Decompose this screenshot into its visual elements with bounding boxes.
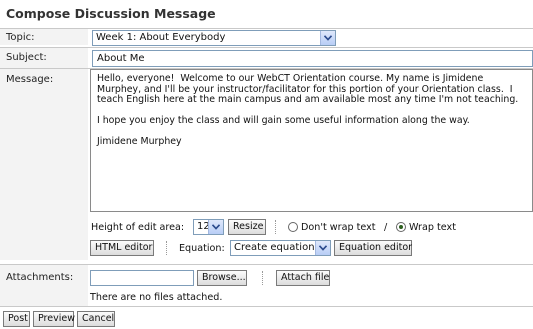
topic-cell: Week 1: About Everybody: [88, 29, 533, 46]
message-label: Message:: [6, 74, 54, 85]
message-signature: Jimidene Murphey: [97, 136, 182, 147]
chevron-down-icon[interactable]: [208, 220, 223, 234]
attach-file-button[interactable]: Attach file: [276, 270, 330, 286]
subject-input[interactable]: About Me: [92, 50, 533, 67]
preview-button[interactable]: Preview: [33, 311, 75, 327]
compose-form: Compose Discussion Message Topic: Week 1…: [0, 0, 533, 329]
topic-select[interactable]: Week 1: About Everybody: [92, 30, 336, 46]
html-editor-button[interactable]: HTML editor: [90, 240, 154, 256]
wrap-separator-slash: /: [384, 222, 388, 233]
attachments-label: Attachments:: [6, 272, 74, 283]
subject-cell: About Me: [88, 48, 533, 68]
attachment-file-input[interactable]: [90, 270, 194, 286]
equation-editor-button[interactable]: Equation editor: [334, 240, 412, 256]
page-title: Compose Discussion Message: [6, 6, 216, 21]
wrap-text-radio[interactable]: [396, 222, 406, 232]
attachments-status: There are no files attached.: [90, 292, 223, 303]
chevron-down-icon[interactable]: [315, 241, 330, 255]
topic-label: Topic:: [6, 32, 35, 43]
browse-button[interactable]: Browse...: [197, 270, 247, 286]
subject-label: Subject:: [6, 52, 47, 63]
edit-area-height-select[interactable]: 12: [193, 219, 224, 235]
separator: [166, 241, 167, 255]
subject-row: Subject: About Me: [0, 47, 533, 68]
equation-select-value: Create equation: [234, 242, 315, 253]
equation-label: Equation:: [179, 243, 225, 254]
message-textarea[interactable]: Hello, everyone! Welcome to our WebCT Or…: [90, 69, 533, 212]
cancel-button[interactable]: Cancel: [77, 311, 115, 327]
topic-row: Topic: Week 1: About Everybody: [0, 28, 533, 46]
edit-area-height-label: Height of edit area:: [91, 222, 185, 233]
chevron-down-icon[interactable]: [320, 31, 335, 45]
message-paragraph: Hello, everyone! Welcome to our WebCT Or…: [97, 73, 519, 105]
dont-wrap-label[interactable]: Don't wrap text: [301, 222, 376, 233]
topic-select-value: Week 1: About Everybody: [96, 32, 226, 43]
attachments-row: Attachments: Browse... Attach file There…: [0, 264, 533, 306]
resize-button[interactable]: Resize: [228, 219, 266, 235]
dont-wrap-radio[interactable]: [288, 222, 298, 232]
separator: [262, 271, 263, 285]
attachments-cell: Browse... Attach file There are no files…: [88, 265, 533, 306]
separator: [275, 220, 276, 234]
wrap-text-label[interactable]: Wrap text: [409, 222, 456, 233]
message-paragraph: I hope you enjoy the class and will gain…: [97, 115, 470, 126]
post-button[interactable]: Post: [3, 311, 30, 327]
equation-select[interactable]: Create equation: [230, 240, 331, 256]
